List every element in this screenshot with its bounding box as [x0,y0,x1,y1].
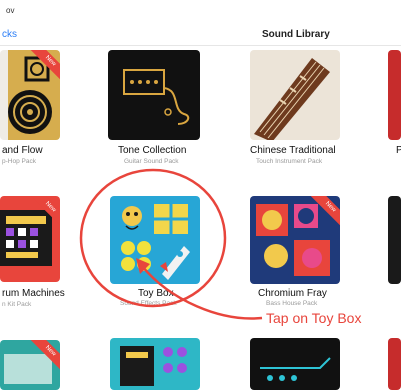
callout-arrow [141,265,263,320]
callout-text: Tap on Toy Box [266,310,362,326]
highlight-circle [79,168,227,308]
tutorial-annotation-overlay [79,168,263,320]
